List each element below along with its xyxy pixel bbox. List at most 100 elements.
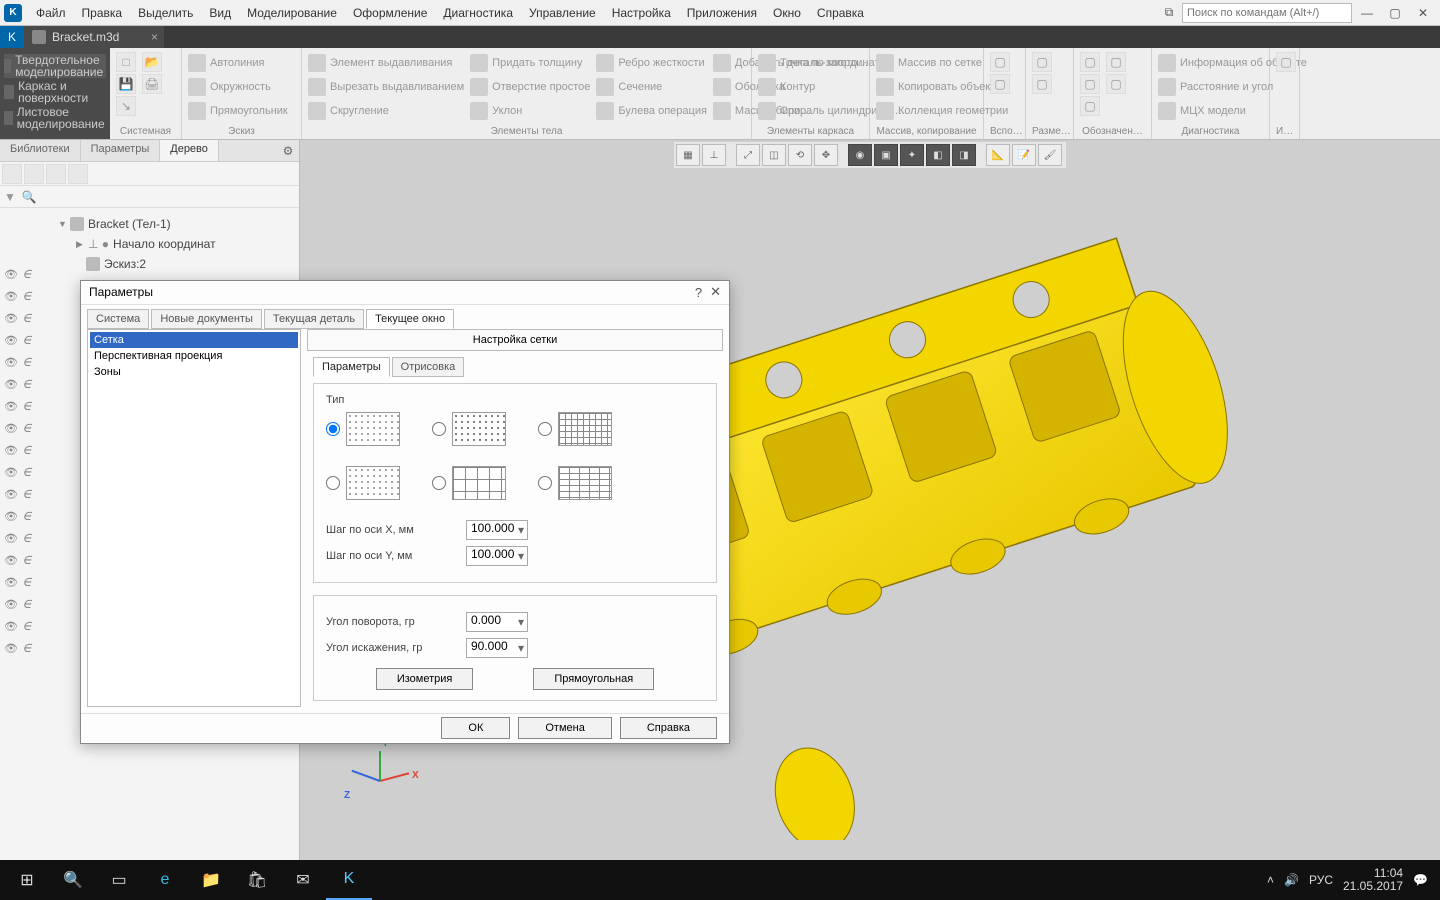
section-button[interactable]: Сечение: [596, 76, 707, 98]
list-item-grid[interactable]: Сетка: [90, 332, 298, 348]
command-search-input[interactable]: [1182, 3, 1352, 23]
circle-button[interactable]: Окружность: [188, 76, 288, 98]
tree-sketch-label[interactable]: Эскиз:2: [104, 257, 146, 271]
grid-type-radio-1[interactable]: [326, 422, 340, 436]
more-icon[interactable]: ▢: [1276, 52, 1296, 72]
eye-icon[interactable]: 👁: [4, 268, 18, 281]
tab-libraries[interactable]: Библиотеки: [0, 140, 81, 161]
dim-icon[interactable]: ▢: [1032, 52, 1052, 72]
tab-system[interactable]: Система: [87, 309, 149, 329]
menu-formatting[interactable]: Оформление: [345, 3, 435, 23]
tab-parameters[interactable]: Параметры: [81, 140, 161, 161]
print-icon[interactable]: 🖨: [142, 74, 162, 94]
zoom-fit-icon[interactable]: ⤢: [736, 144, 760, 166]
rotation-angle-input[interactable]: 0.000▾: [466, 612, 528, 632]
inner-tab-render[interactable]: Отрисовка: [392, 357, 465, 377]
list-item-perspective[interactable]: Перспективная проекция: [90, 348, 298, 364]
draft-button[interactable]: Уклон: [470, 100, 590, 122]
menu-select[interactable]: Выделить: [130, 3, 201, 23]
chevron-down-icon[interactable]: ▾: [518, 641, 524, 655]
inner-tab-params[interactable]: Параметры: [313, 357, 390, 377]
filter-icon[interactable]: ▼: [4, 190, 16, 204]
close-tab-icon[interactable]: ×: [151, 30, 158, 44]
eye-icon[interactable]: 👁: [4, 554, 18, 567]
tree-root-label[interactable]: Bracket (Тел-1): [88, 217, 171, 231]
extrude-button[interactable]: Элемент выдавливания: [308, 52, 464, 74]
new-window-icon[interactable]: ⧉: [1156, 3, 1182, 23]
step-x-input[interactable]: 100.000▾: [466, 520, 528, 540]
pan-icon[interactable]: ✥: [814, 144, 838, 166]
eye-icon[interactable]: 👁: [4, 290, 18, 303]
tree-tool-icon[interactable]: [68, 164, 88, 184]
maximize-button[interactable]: ▢: [1382, 3, 1408, 23]
gear-icon[interactable]: ⚙: [277, 140, 299, 161]
tree-tool-icon[interactable]: [24, 164, 44, 184]
taskbar-clock[interactable]: 11:04 21.05.2017: [1343, 867, 1403, 893]
edge-icon[interactable]: e: [142, 860, 188, 900]
kompas-taskbar-icon[interactable]: K: [326, 860, 372, 900]
eye-icon[interactable]: 👁: [4, 620, 18, 633]
list-item-zones[interactable]: Зоны: [90, 364, 298, 380]
render-wireframe-icon[interactable]: ▣: [874, 144, 898, 166]
tab-current-part[interactable]: Текущая деталь: [264, 309, 364, 329]
minimize-button[interactable]: —: [1354, 3, 1380, 23]
notifications-icon[interactable]: 💬: [1413, 873, 1428, 887]
grid-type-radio-3[interactable]: [538, 422, 552, 436]
app-menu-button[interactable]: K: [0, 26, 24, 48]
save-icon[interactable]: 💾: [116, 74, 136, 94]
chevron-down-icon[interactable]: ▾: [518, 549, 524, 563]
render-extra-icon[interactable]: ◨: [952, 144, 976, 166]
new-icon[interactable]: □: [116, 52, 136, 72]
render-hidden-icon[interactable]: ✦: [900, 144, 924, 166]
aux-icon[interactable]: ▢: [990, 52, 1010, 72]
step-y-input[interactable]: 100.000▾: [466, 546, 528, 566]
eye-icon[interactable]: 👁: [4, 378, 18, 391]
expand-arrow-icon[interactable]: ▶: [76, 239, 88, 250]
hole-button[interactable]: Отверстие простое: [470, 76, 590, 98]
tree-tool-icon[interactable]: [46, 164, 66, 184]
tree-origin-label[interactable]: Начало координат: [113, 237, 216, 251]
eye-icon[interactable]: 👁: [4, 356, 18, 369]
tab-current-window[interactable]: Текущее окно: [366, 309, 454, 329]
autoline-button[interactable]: Автолиния: [188, 52, 288, 74]
mode-sheet[interactable]: Листовое моделирование: [4, 106, 106, 130]
close-icon[interactable]: ✕: [710, 284, 721, 300]
annot-icon[interactable]: ▢: [1106, 74, 1126, 94]
annot-icon[interactable]: ▢: [1080, 96, 1100, 116]
axis-icon[interactable]: ⊥: [702, 144, 726, 166]
chevron-down-icon[interactable]: ▾: [518, 615, 524, 629]
rectangular-button[interactable]: Прямоугольная: [533, 668, 654, 690]
menu-diagnostics[interactable]: Диагностика: [435, 3, 521, 23]
eye-icon[interactable]: 👁: [4, 312, 18, 325]
eye-icon[interactable]: 👁: [4, 422, 18, 435]
help-button[interactable]: Справка: [620, 717, 717, 739]
notes-icon[interactable]: 📝: [1012, 144, 1036, 166]
grid-type-radio-6[interactable]: [538, 476, 552, 490]
tab-tree[interactable]: Дерево: [160, 140, 219, 161]
tab-new-documents[interactable]: Новые документы: [151, 309, 262, 329]
mode-surface[interactable]: Каркас и поверхности: [4, 80, 106, 104]
start-button[interactable]: ⊞: [4, 860, 50, 900]
axis-gizmo[interactable]: X Y Z: [340, 740, 420, 820]
eye-icon[interactable]: 👁: [4, 488, 18, 501]
menu-manage[interactable]: Управление: [521, 3, 604, 23]
language-indicator[interactable]: РУС: [1309, 873, 1333, 887]
menu-window[interactable]: Окно: [765, 3, 809, 23]
zoom-window-icon[interactable]: ◫: [762, 144, 786, 166]
open-icon[interactable]: 📂: [142, 52, 162, 72]
eye-icon[interactable]: 👁: [4, 466, 18, 479]
chevron-down-icon[interactable]: ▾: [518, 523, 524, 537]
isometry-button[interactable]: Изометрия: [376, 668, 474, 690]
annot-icon[interactable]: ▢: [1080, 52, 1100, 72]
grid-type-radio-5[interactable]: [432, 476, 446, 490]
render-section-icon[interactable]: ◧: [926, 144, 950, 166]
menu-apps[interactable]: Приложения: [679, 3, 765, 23]
eye-icon[interactable]: 👁: [4, 642, 18, 655]
eye-icon[interactable]: 👁: [4, 510, 18, 523]
mode-solid[interactable]: Твердотельное моделирование: [4, 54, 106, 78]
eye-icon[interactable]: 👁: [4, 444, 18, 457]
grid-snap-icon[interactable]: ▦: [676, 144, 700, 166]
eye-icon[interactable]: 👁: [4, 400, 18, 413]
mail-icon[interactable]: ✉: [280, 860, 326, 900]
dim-icon[interactable]: ▢: [1032, 74, 1052, 94]
